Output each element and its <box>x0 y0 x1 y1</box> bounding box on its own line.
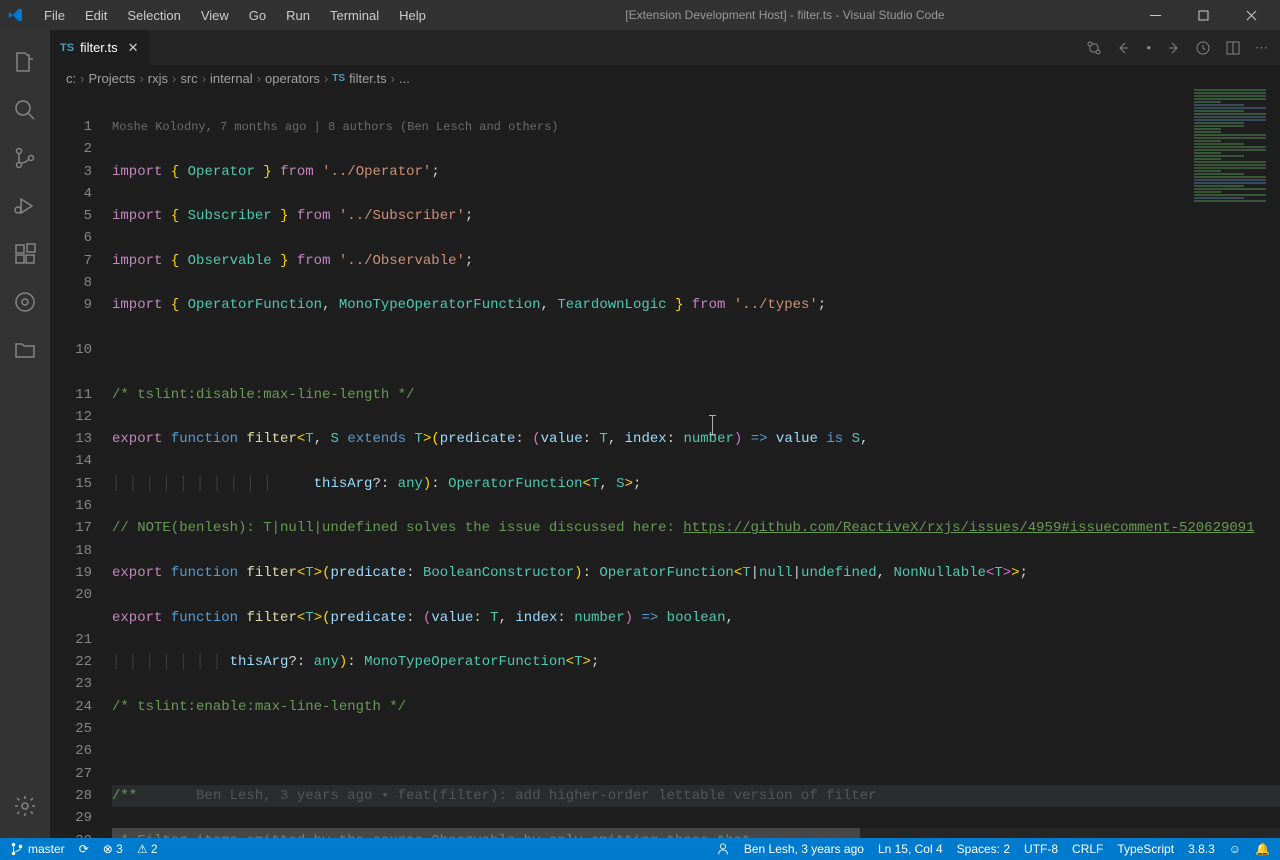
breadcrumb-item[interactable]: Projects <box>88 71 135 86</box>
vscode-icon <box>8 7 24 23</box>
close-button[interactable] <box>1232 0 1272 30</box>
status-bar: master ⟳ ⊗ 3 ⚠ 2 Ben Lesh, 3 years ago L… <box>0 838 1280 860</box>
titlebar-left: File Edit Selection View Go Run Terminal… <box>8 4 434 27</box>
window-title: [Extension Development Host] - filter.ts… <box>625 8 944 22</box>
menu-view[interactable]: View <box>193 4 237 27</box>
breadcrumb-item[interactable]: TS filter.ts <box>332 71 386 86</box>
menu-selection[interactable]: Selection <box>119 4 188 27</box>
breadcrumb-item[interactable]: ... <box>399 71 410 86</box>
compare-changes-icon[interactable] <box>1086 40 1102 56</box>
indentation[interactable]: Spaces: 2 <box>957 842 1010 856</box>
menu-go[interactable]: Go <box>241 4 274 27</box>
editor-area: TS filter.ts ✕ • ⋯ c:› Projects› rxjs› s… <box>50 30 1280 838</box>
text-cursor <box>712 415 713 435</box>
menu-edit[interactable]: Edit <box>77 4 115 27</box>
maximize-button[interactable] <box>1184 0 1224 30</box>
breadcrumb-item[interactable]: operators <box>265 71 320 86</box>
tab-label: filter.ts <box>80 40 118 55</box>
notifications-icon[interactable]: 🔔 <box>1255 842 1270 856</box>
tab-filter-ts[interactable]: TS filter.ts ✕ <box>50 30 150 65</box>
gitlens-blame-status[interactable]: Ben Lesh, 3 years ago <box>744 842 864 856</box>
titlebar: File Edit Selection View Go Run Terminal… <box>0 0 1280 30</box>
tab-close-icon[interactable]: ✕ <box>128 40 139 56</box>
editor-actions: • ⋯ <box>1086 40 1280 56</box>
more-actions-icon[interactable]: ⋯ <box>1255 40 1268 56</box>
problems-warnings[interactable]: ⚠ 2 <box>137 842 158 856</box>
breadcrumb-item[interactable]: c: <box>66 71 76 86</box>
sync-button[interactable]: ⟳ <box>79 842 89 856</box>
back-icon[interactable] <box>1116 40 1132 56</box>
window-controls <box>1136 0 1272 30</box>
tabs-bar: TS filter.ts ✕ • ⋯ <box>50 30 1280 65</box>
feedback-icon[interactable]: ☺ <box>1229 842 1241 856</box>
code-area[interactable]: 1234567891011121314151617181920212223242… <box>50 91 1280 838</box>
problems-errors[interactable]: ⊗ 3 <box>103 842 123 856</box>
minimap[interactable] <box>1190 88 1280 288</box>
scrollbar-thumb[interactable] <box>112 828 860 838</box>
forward-icon[interactable] <box>1165 40 1181 56</box>
extensions-icon[interactable] <box>1 230 49 278</box>
activity-bar <box>0 30 50 838</box>
cursor-position[interactable]: Ln 15, Col 4 <box>878 842 943 856</box>
breadcrumb-item[interactable]: internal <box>210 71 253 86</box>
source-control-icon[interactable] <box>1 134 49 182</box>
menu-file[interactable]: File <box>36 4 73 27</box>
settings-icon[interactable] <box>1 782 49 830</box>
typescript-icon: TS <box>60 42 74 54</box>
code-content[interactable]: Moshe Kolodny, 7 months ago | 8 authors … <box>112 91 1280 838</box>
typescript-version[interactable]: 3.8.3 <box>1188 842 1215 856</box>
split-editor-icon[interactable] <box>1225 40 1241 56</box>
eol[interactable]: CRLF <box>1072 842 1103 856</box>
dot-icon[interactable]: • <box>1146 40 1151 56</box>
history-icon[interactable] <box>1195 40 1211 56</box>
minimize-button[interactable] <box>1136 0 1176 30</box>
language-mode[interactable]: TypeScript <box>1117 842 1174 856</box>
git-branch[interactable]: master <box>10 842 65 856</box>
menu-run[interactable]: Run <box>278 4 318 27</box>
gitlens-inline-blame: Ben Lesh, 3 years ago • feat(filter): ad… <box>196 788 877 804</box>
debug-icon[interactable] <box>1 182 49 230</box>
explorer-icon[interactable] <box>1 38 49 86</box>
gitlens-icon[interactable] <box>1 278 49 326</box>
menu-terminal[interactable]: Terminal <box>322 4 387 27</box>
gitlens-blame-icon[interactable] <box>716 842 730 856</box>
breadcrumb-item[interactable]: rxjs <box>148 71 168 86</box>
breadcrumb[interactable]: c:› Projects› rxjs› src› internal› opera… <box>50 65 1280 91</box>
gutter: 1234567891011121314151617181920212223242… <box>50 91 112 838</box>
gitlens-header: Moshe Kolodny, 7 months ago | 8 authors … <box>112 115 1280 138</box>
folder-panel-icon[interactable] <box>1 326 49 374</box>
breadcrumb-item[interactable]: src <box>180 71 197 86</box>
menu-help[interactable]: Help <box>391 4 434 27</box>
search-icon[interactable] <box>1 86 49 134</box>
encoding[interactable]: UTF-8 <box>1024 842 1058 856</box>
horizontal-scrollbar[interactable] <box>112 828 1280 838</box>
